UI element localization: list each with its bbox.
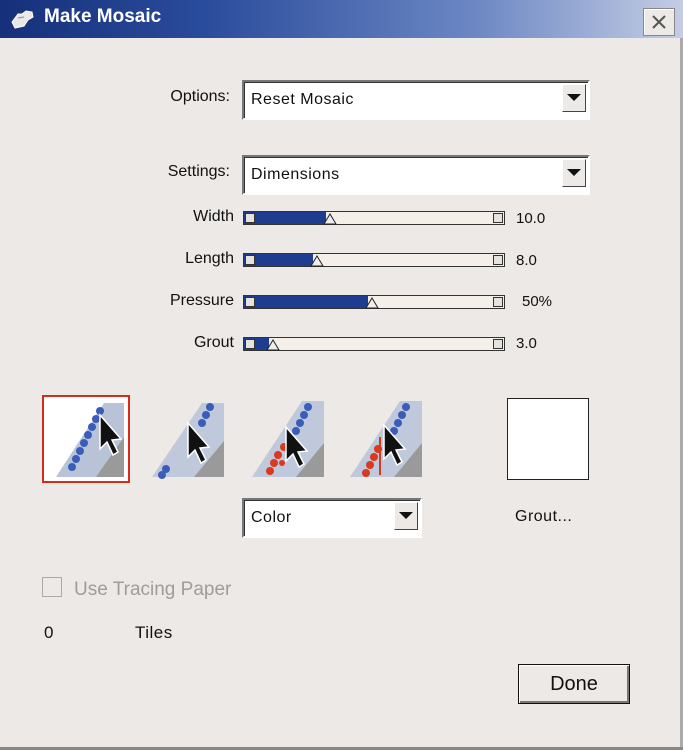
pressure-label: Pressure [169,292,234,309]
use-tracing-paper-checkbox[interactable] [42,577,62,597]
pressure-slider-thumb[interactable] [364,295,380,309]
select-tiles-tool[interactable] [246,397,330,481]
mosaic-select-icon [252,401,324,477]
window-title: Make Mosaic [44,6,162,27]
options-dropdown-button[interactable] [562,84,586,112]
length-label: Length [185,250,234,267]
use-tracing-paper-label: Use Tracing Paper [74,579,232,600]
mosaic-tile-brush-icon [44,397,128,481]
settings-dropdown-button[interactable] [562,159,586,187]
scroll-left-icon[interactable] [245,297,255,307]
color-dropdown-button[interactable] [394,502,418,530]
width-slider[interactable] [243,211,505,225]
settings-value: Dimensions [251,166,340,183]
width-slider-thumb[interactable] [322,211,338,225]
chevron-down-icon [567,94,581,101]
scroll-right-icon[interactable] [493,255,503,265]
scroll-left-icon[interactable] [245,339,255,349]
grout-color-swatch[interactable] [507,398,589,480]
hand-pointer-icon [11,10,34,29]
close-icon [652,15,666,29]
grout-slider[interactable] [243,337,505,351]
settings-dropdown[interactable]: Dimensions [242,155,590,195]
pressure-slider[interactable] [243,295,505,309]
pressure-slider-fill [244,296,368,308]
options-dropdown[interactable]: Reset Mosaic [242,80,590,120]
mosaic-outline-icon [350,401,422,477]
tile-count-label: Tiles [135,623,173,642]
scroll-right-icon[interactable] [493,339,503,349]
grout-value: 3.0 [516,335,537,352]
color-dropdown[interactable]: Color [242,498,422,538]
length-slider[interactable] [243,253,505,267]
close-button[interactable] [643,8,675,36]
grout-slider-thumb[interactable] [265,337,281,351]
options-value: Reset Mosaic [251,91,354,108]
scroll-right-icon[interactable] [493,213,503,223]
length-value: 8.0 [516,252,537,269]
width-slider-fill [244,212,326,224]
settings-label: Settings: [167,163,230,180]
scroll-left-icon[interactable] [245,213,255,223]
grout-button[interactable]: Grout... [515,508,572,526]
mosaic-eraser-icon [152,403,224,479]
width-label: Width [193,208,234,225]
done-button[interactable]: Done [518,664,630,704]
options-label: Options: [170,88,230,105]
erase-tiles-tool[interactable] [146,397,230,481]
title-bar: Make Mosaic [0,0,683,38]
color-dropdown-value: Color [251,509,292,526]
grout-label: Grout [193,334,234,351]
chevron-down-icon [399,512,413,519]
scroll-left-icon[interactable] [245,255,255,265]
scroll-right-icon[interactable] [493,297,503,307]
length-slider-thumb[interactable] [309,253,325,267]
pressure-value: 50% [522,293,553,310]
tile-count: 0 [44,623,54,642]
chevron-down-icon [567,169,581,176]
outline-tiles-tool[interactable] [344,397,428,481]
apply-tiles-tool[interactable] [42,395,130,483]
width-value: 10.0 [516,210,546,227]
